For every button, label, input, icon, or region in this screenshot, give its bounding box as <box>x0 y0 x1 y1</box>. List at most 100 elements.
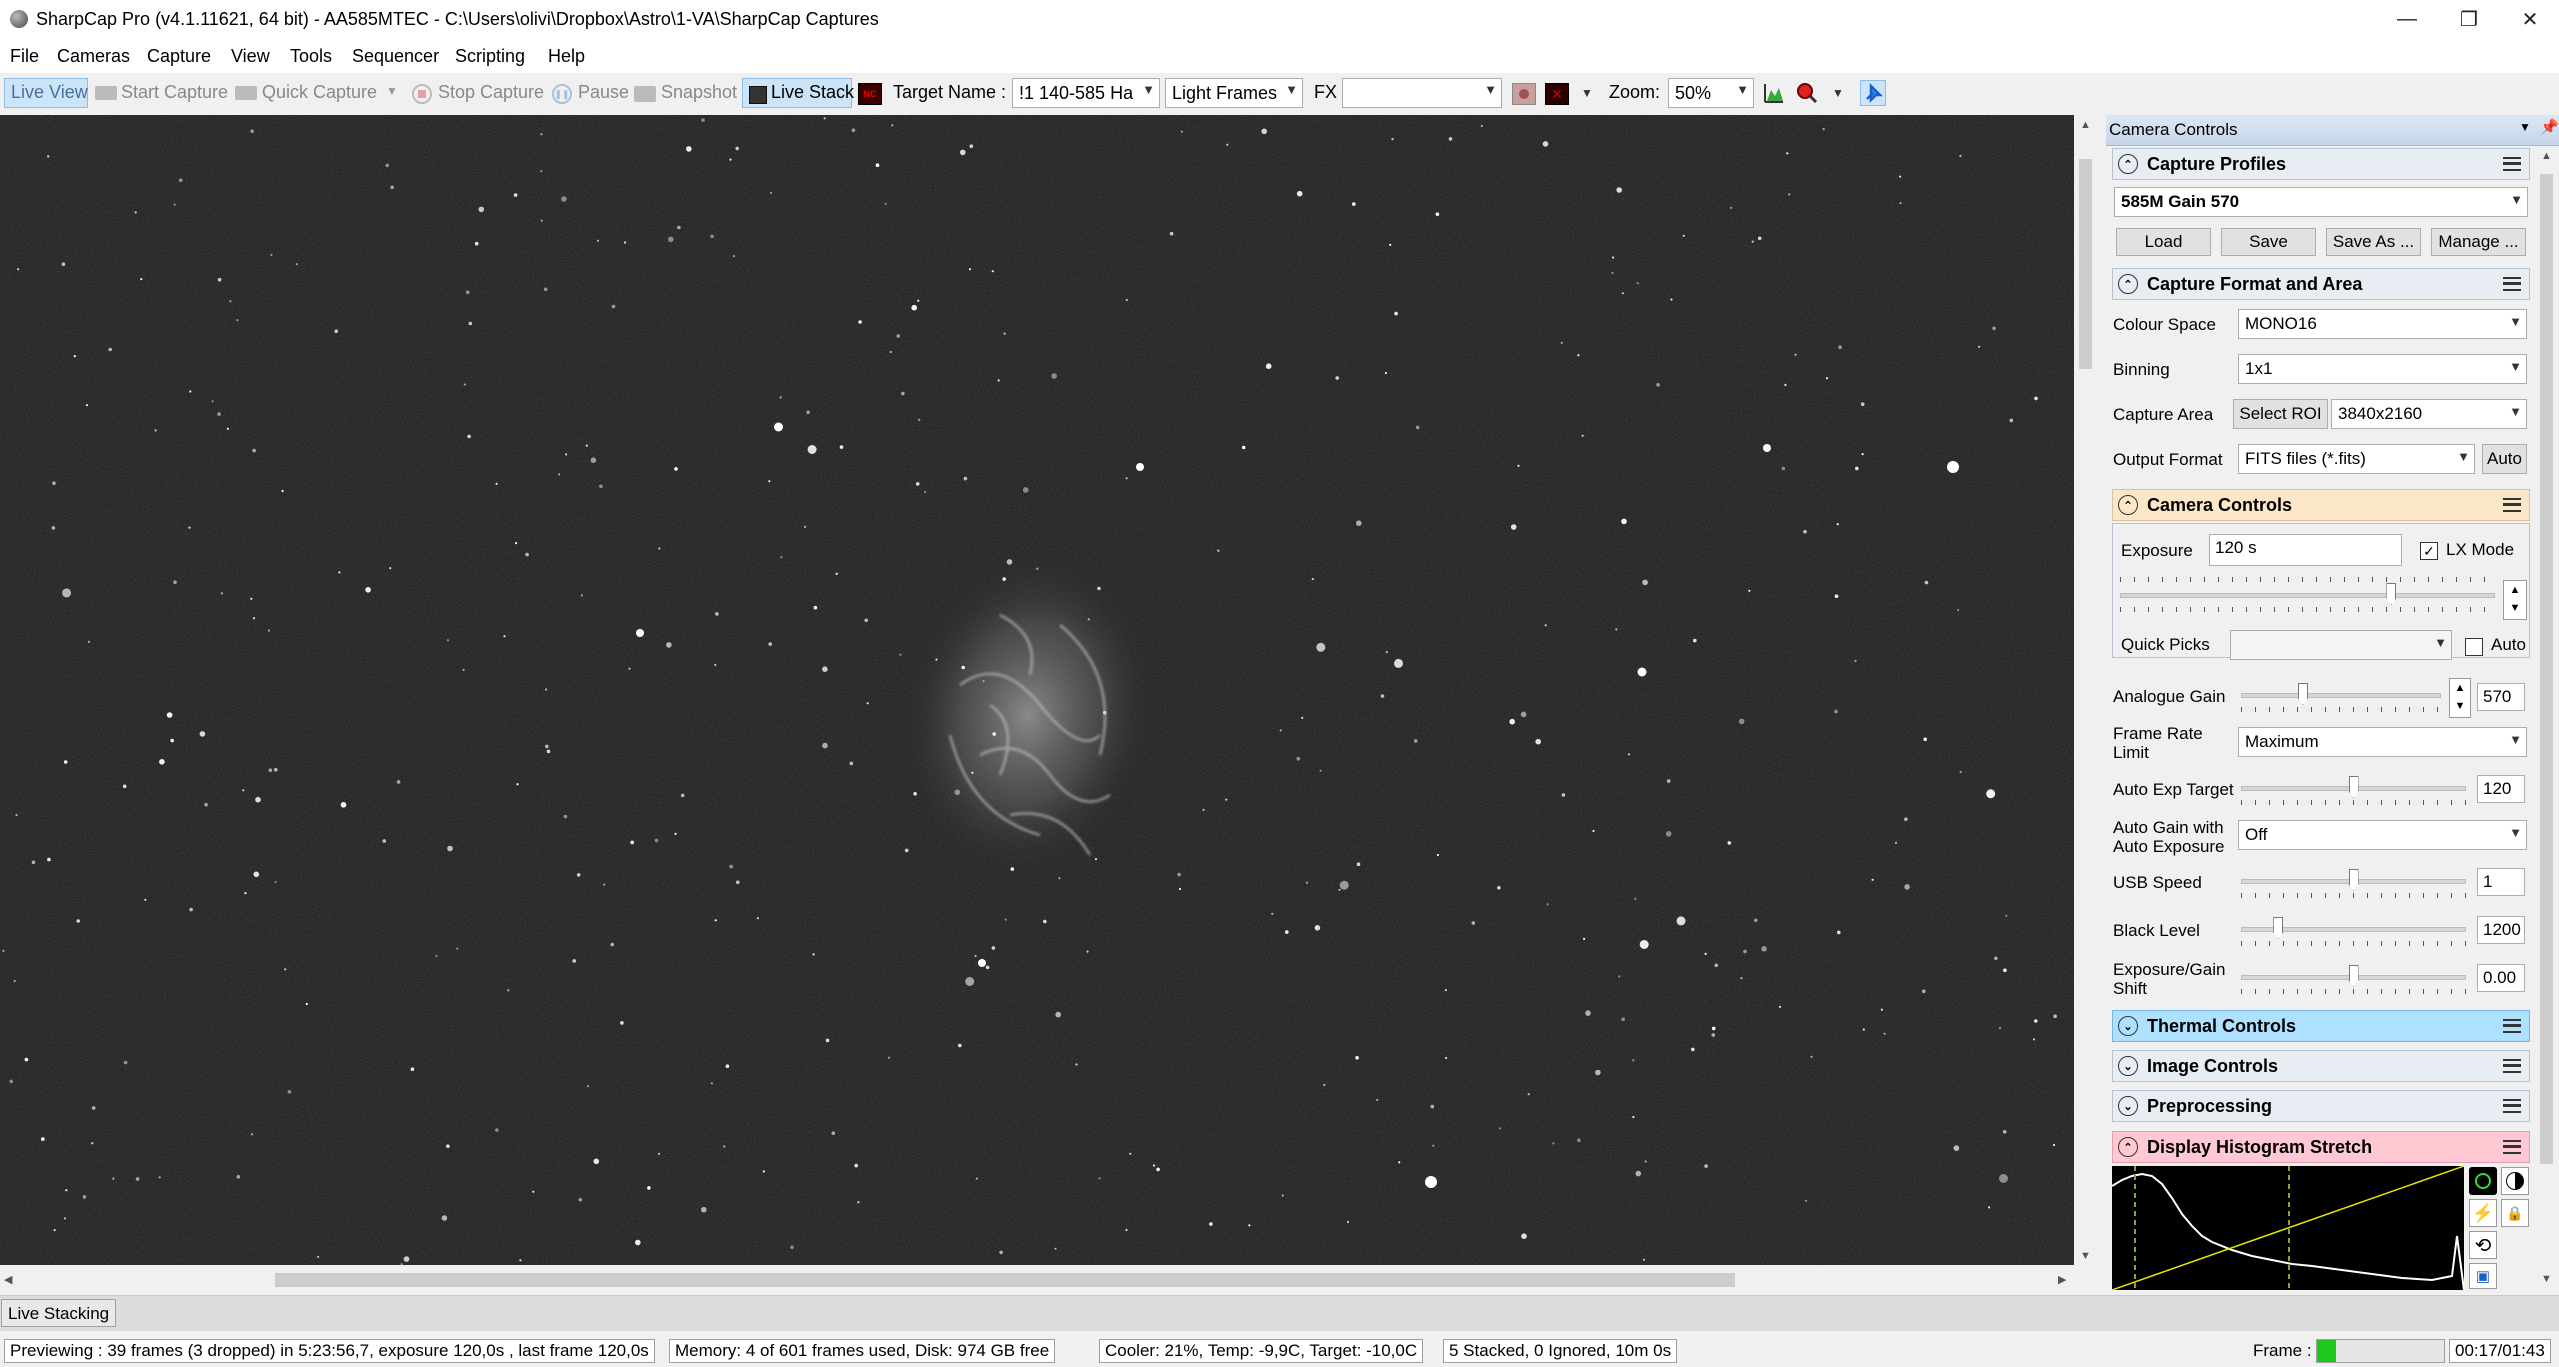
menu-capture[interactable]: Capture <box>147 46 211 67</box>
snapshot-button[interactable]: Snapshot <box>661 82 737 103</box>
menu-cameras[interactable]: Cameras <box>57 46 130 67</box>
fx-select[interactable]: ▼ <box>1342 78 1502 108</box>
restore-button[interactable]: ❐ <box>2440 0 2498 39</box>
zoom-select[interactable]: 50% ▼ <box>1668 78 1754 108</box>
menu-tools[interactable]: Tools <box>290 46 332 67</box>
colour-space-select[interactable]: MONO16 ▼ <box>2238 309 2527 339</box>
usb-speed-input[interactable]: 1 <box>2477 868 2525 896</box>
save-icon[interactable]: ▣ <box>2469 1263 2497 1289</box>
menu-icon[interactable] <box>2503 1099 2521 1113</box>
quick-picks-select[interactable]: ▼ <box>2230 630 2452 660</box>
black-level-input[interactable]: 1200 <box>2477 916 2525 944</box>
vertical-scrollbar[interactable]: ▲ ▼ <box>2076 115 2095 1265</box>
profile-select[interactable]: 585M Gain 570 ▼ <box>2114 187 2528 217</box>
quick-picks-auto-checkbox[interactable] <box>2465 638 2483 656</box>
zoom-tool-icon[interactable] <box>1796 82 1818 104</box>
load-button[interactable]: Load <box>2116 228 2211 256</box>
capture-area-label: Capture Area <box>2113 405 2214 424</box>
output-format-select[interactable]: FITS files (*.fits) ▼ <box>2238 444 2475 474</box>
collapse-icon: ⌃ <box>2118 274 2138 294</box>
contrast-icon[interactable] <box>2501 1167 2529 1195</box>
exp-gain-shift-slider-thumb[interactable] <box>2348 965 2359 987</box>
minimize-button[interactable]: — <box>2378 0 2436 39</box>
menu-icon[interactable] <box>2503 1019 2521 1033</box>
section-thermal-controls[interactable]: ⌄ Thermal Controls <box>2112 1010 2530 1042</box>
menu-icon[interactable] <box>2503 1140 2521 1154</box>
lx-mode-checkbox[interactable]: ✓ <box>2420 542 2438 560</box>
analogue-gain-slider-thumb[interactable] <box>2298 683 2308 705</box>
lock-icon[interactable]: 🔒 <box>2501 1199 2529 1227</box>
menu-file[interactable]: File <box>10 46 39 67</box>
exp-gain-shift-slider[interactable] <box>2241 965 2466 995</box>
star <box>887 1056 891 1059</box>
section-capture-format[interactable]: ⌃ Capture Format and Area <box>2112 268 2530 300</box>
manage-button[interactable]: Manage ... <box>2431 228 2526 256</box>
usb-speed-slider-thumb[interactable] <box>2348 869 2359 891</box>
menu-icon[interactable] <box>2503 157 2521 171</box>
close-button[interactable]: ✕ <box>2501 0 2559 39</box>
menu-icon[interactable] <box>2503 1059 2521 1073</box>
lightning-icon[interactable]: ⚡ <box>2469 1199 2497 1227</box>
quick-capture-dropdown-icon[interactable]: ▼ <box>386 84 398 98</box>
binning-select[interactable]: 1x1 ▼ <box>2238 354 2527 384</box>
pause-button[interactable]: Pause <box>578 82 629 103</box>
tools-dropdown-icon[interactable]: ▼ <box>1832 86 1844 100</box>
menu-help[interactable]: Help <box>548 46 585 67</box>
section-preprocessing[interactable]: ⌄ Preprocessing <box>2112 1090 2530 1122</box>
analogue-gain-input[interactable]: 570 <box>2477 683 2525 711</box>
black-level-slider[interactable] <box>2241 917 2466 947</box>
image-viewer[interactable] <box>0 115 2074 1265</box>
section-display-histogram[interactable]: ⌃ Display Histogram Stretch <box>2112 1131 2530 1163</box>
section-title: Capture Format and Area <box>2147 274 2363 294</box>
menu-view[interactable]: View <box>231 46 270 67</box>
quick-capture-button[interactable]: Quick Capture <box>262 82 377 103</box>
frame-rate-select[interactable]: Maximum ▼ <box>2238 727 2527 757</box>
pin-tool-icon[interactable] <box>1860 80 1886 106</box>
dark-frame-icon[interactable] <box>1512 83 1536 105</box>
frame-type-select[interactable]: Light Frames ▼ <box>1165 78 1303 108</box>
exposure-slider-thumb[interactable] <box>2386 583 2397 605</box>
output-format-auto-button[interactable]: Auto <box>2482 444 2527 474</box>
live-stack-button[interactable]: Live Stack <box>742 78 854 108</box>
exposure-input[interactable]: 120 s <box>2209 534 2402 566</box>
exp-gain-shift-input[interactable]: 0.00 <box>2477 964 2525 992</box>
menu-scripting[interactable]: Scripting <box>455 46 525 67</box>
horizontal-scrollbar[interactable]: ◀ ▶ <box>0 1267 2074 1293</box>
analogue-gain-stepper[interactable]: ▲ ▼ <box>2449 678 2471 718</box>
panel-dropdown-icon[interactable]: ▼ <box>2519 120 2531 134</box>
usb-speed-slider[interactable] <box>2241 869 2466 899</box>
menu-sequencer[interactable]: Sequencer <box>352 46 439 67</box>
save-button[interactable]: Save <box>2221 228 2316 256</box>
pin-icon[interactable]: 📌 <box>2540 118 2559 136</box>
select-roi-button[interactable]: Select ROI <box>2233 399 2328 429</box>
target-name-input[interactable]: !1 140-585 Ha ▼ <box>1012 78 1160 108</box>
auto-exp-target-slider-thumb[interactable] <box>2348 776 2359 798</box>
save-as-button[interactable]: Save As ... <box>2326 228 2421 256</box>
exposure-stepper[interactable]: ▲ ▼ <box>2503 580 2527 620</box>
reset-icon[interactable]: ⟲ <box>2469 1231 2497 1259</box>
calibration-dropdown-icon[interactable]: ▼ <box>1581 86 1593 100</box>
red-display-icon[interactable]: NC <box>858 83 882 105</box>
start-capture-button[interactable]: Start Capture <box>121 82 228 103</box>
fx-label: FX <box>1314 82 1338 102</box>
histogram-icon[interactable] <box>1763 82 1785 104</box>
analogue-gain-slider[interactable] <box>2241 683 2441 713</box>
power-icon[interactable] <box>2469 1167 2497 1195</box>
section-capture-profiles[interactable]: ⌃ Capture Profiles <box>2112 148 2530 180</box>
flat-frame-icon[interactable]: ✕ <box>1545 83 1569 105</box>
capture-area-select[interactable]: 3840x2160 ▼ <box>2331 399 2527 429</box>
auto-exp-target-slider[interactable] <box>2241 776 2466 806</box>
histogram-display[interactable] <box>2112 1166 2464 1290</box>
auto-exp-target-input[interactable]: 120 <box>2477 775 2525 803</box>
live-stacking-tab[interactable]: Live Stacking <box>1 1299 117 1327</box>
black-level-slider-thumb[interactable] <box>2273 917 2284 939</box>
stop-capture-button[interactable]: Stop Capture <box>438 82 544 103</box>
live-view-button[interactable]: Live View <box>4 78 88 108</box>
menu-icon[interactable] <box>2503 498 2521 512</box>
auto-gain-select[interactable]: Off ▼ <box>2238 820 2527 850</box>
section-camera-controls[interactable]: ⌃ Camera Controls <box>2112 489 2530 521</box>
panel-scrollbar[interactable]: ▲ ▼ <box>2537 148 2556 1290</box>
exposure-slider[interactable] <box>2120 577 2495 613</box>
section-image-controls[interactable]: ⌄ Image Controls <box>2112 1050 2530 1082</box>
menu-icon[interactable] <box>2503 277 2521 291</box>
